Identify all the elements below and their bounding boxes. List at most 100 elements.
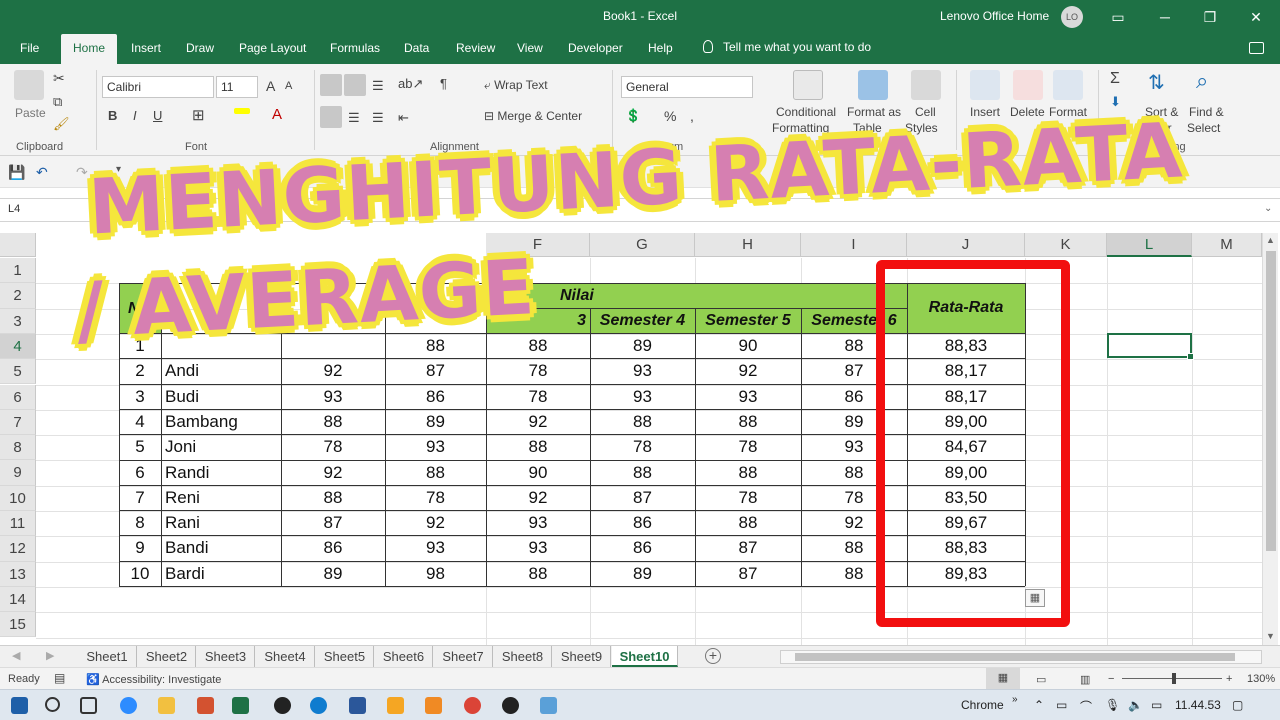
row-header[interactable]: 11 bbox=[0, 511, 36, 537]
score-cell[interactable]: 87 bbox=[385, 358, 486, 383]
sort-filter-icon[interactable]: ⇅ bbox=[1148, 70, 1165, 95]
tab-view[interactable]: View bbox=[517, 41, 543, 55]
zoom-out-icon[interactable]: − bbox=[1108, 673, 1114, 685]
column-header-h[interactable]: H bbox=[695, 233, 801, 257]
score-cell[interactable]: 89 bbox=[385, 409, 486, 434]
tell-me-search[interactable]: Tell me what you want to do bbox=[703, 40, 871, 54]
horizontal-scroll-thumb[interactable] bbox=[795, 653, 1235, 661]
record-app-icon[interactable] bbox=[274, 697, 291, 714]
score-cell[interactable]: 92 bbox=[695, 358, 801, 383]
align-center-icon[interactable]: ☰ bbox=[348, 110, 360, 126]
font-color-icon[interactable]: A bbox=[272, 106, 282, 123]
tab-data[interactable]: Data bbox=[404, 41, 429, 55]
comments-icon[interactable] bbox=[1249, 42, 1264, 54]
vertical-scrollbar[interactable]: ▲ ▼ bbox=[1262, 233, 1278, 645]
score-cell[interactable]: 88 bbox=[385, 460, 486, 485]
semester-5-header[interactable]: Semester 5 bbox=[695, 308, 801, 333]
insert-cells-icon[interactable] bbox=[970, 70, 1000, 100]
avatar[interactable]: LO bbox=[1061, 6, 1083, 28]
align-bottom-icon[interactable]: ☰ bbox=[372, 78, 384, 94]
column-header-g[interactable]: G bbox=[590, 233, 695, 257]
comma-icon[interactable]: , bbox=[690, 108, 694, 124]
cell-styles-icon[interactable] bbox=[911, 70, 941, 100]
task-view-icon[interactable] bbox=[80, 697, 97, 714]
tab-page-layout[interactable]: Page Layout bbox=[239, 41, 306, 55]
score-cell[interactable]: 88 bbox=[486, 561, 590, 586]
semester-4-header[interactable]: Semester 4 bbox=[590, 308, 695, 333]
rtl-icon[interactable]: ¶ bbox=[440, 76, 447, 91]
orientation-icon[interactable]: ab↗ bbox=[398, 76, 423, 92]
sheet-tab[interactable]: Sheet1 bbox=[78, 646, 137, 667]
autosum-icon[interactable]: Σ bbox=[1110, 70, 1120, 88]
select-all-corner[interactable] bbox=[0, 233, 36, 257]
score-cell[interactable]: 93 bbox=[385, 434, 486, 459]
format-cells-icon[interactable] bbox=[1053, 70, 1083, 100]
score-cell[interactable]: 88 bbox=[486, 434, 590, 459]
number-cell[interactable]: 10 bbox=[119, 561, 161, 586]
zoom-in-icon[interactable]: + bbox=[1226, 673, 1232, 685]
taskbar-chrome-label[interactable]: Chrome bbox=[961, 698, 1004, 712]
score-cell[interactable]: 90 bbox=[486, 460, 590, 485]
score-cell[interactable]: 89 bbox=[590, 561, 695, 586]
score-cell[interactable]: 92 bbox=[281, 358, 385, 383]
zoom-slider-thumb[interactable] bbox=[1172, 673, 1176, 684]
conditional-formatting-icon[interactable] bbox=[793, 70, 823, 100]
taskbar-overflow-icon[interactable]: » bbox=[1012, 694, 1018, 705]
save-icon[interactable]: 💾 bbox=[8, 164, 25, 181]
cell-styles-button[interactable]: Cell bbox=[915, 105, 936, 119]
copy-icon[interactable]: ⧉ bbox=[53, 94, 62, 110]
font-size-select[interactable]: 11 bbox=[216, 76, 258, 98]
minimize-icon[interactable]: ─ bbox=[1151, 6, 1179, 28]
score-cell[interactable]: 92 bbox=[385, 510, 486, 535]
excel-taskbar-icon[interactable] bbox=[232, 697, 249, 714]
align-top-icon[interactable] bbox=[320, 74, 342, 96]
score-cell[interactable]: 93 bbox=[486, 535, 590, 560]
align-left-icon[interactable] bbox=[320, 106, 342, 128]
tab-insert[interactable]: Insert bbox=[131, 41, 161, 55]
merge-center-button[interactable]: ⊟ Merge & Center bbox=[484, 109, 582, 123]
name-cell[interactable]: Budi bbox=[161, 384, 281, 409]
add-sheet-icon[interactable]: + bbox=[705, 648, 721, 664]
microphone-icon[interactable]: 🎙 bbox=[1105, 698, 1120, 712]
expand-formula-bar-icon[interactable]: ⌄ bbox=[1264, 203, 1274, 217]
fill-color-icon[interactable] bbox=[234, 108, 250, 114]
wrap-text-button[interactable]: ⤶ Wrap Text bbox=[484, 78, 548, 93]
score-cell[interactable]: 98 bbox=[385, 561, 486, 586]
score-cell[interactable]: 86 bbox=[590, 510, 695, 535]
column-header-k[interactable]: K bbox=[1025, 233, 1107, 257]
tab-home[interactable]: Home bbox=[61, 34, 118, 64]
sheet-tab[interactable]: Sheet9 bbox=[553, 646, 611, 667]
score-cell[interactable]: 86 bbox=[590, 535, 695, 560]
format-as-table-button[interactable]: Format as bbox=[847, 105, 901, 119]
file-explorer-icon[interactable] bbox=[158, 697, 175, 714]
row-header[interactable]: 8 bbox=[0, 435, 36, 461]
number-cell[interactable]: 9 bbox=[119, 535, 161, 560]
column-header-l[interactable]: L bbox=[1107, 233, 1192, 257]
score-cell[interactable]: 93 bbox=[590, 358, 695, 383]
number-format-select[interactable]: General bbox=[621, 76, 753, 98]
underline-icon[interactable]: U bbox=[153, 108, 162, 123]
format-as-table-icon[interactable] bbox=[858, 70, 888, 100]
score-cell[interactable]: 88 bbox=[590, 409, 695, 434]
tab-developer[interactable]: Developer bbox=[568, 41, 623, 55]
row-header[interactable]: 10 bbox=[0, 485, 36, 511]
vlc-icon[interactable] bbox=[425, 697, 442, 714]
font-name-select[interactable]: Calibri bbox=[102, 76, 214, 98]
score-cell[interactable]: 87 bbox=[281, 510, 385, 535]
name-cell[interactable]: Andi bbox=[161, 358, 281, 383]
nilai-header-cell[interactable] bbox=[486, 283, 907, 308]
number-cell[interactable]: 4 bbox=[119, 409, 161, 434]
score-cell[interactable]: 88 bbox=[695, 460, 801, 485]
score-cell[interactable]: 78 bbox=[590, 434, 695, 459]
remote-desktop-icon[interactable] bbox=[540, 697, 557, 714]
row-header[interactable]: 1 bbox=[0, 258, 36, 284]
volume-icon[interactable]: 🔈 bbox=[1128, 698, 1143, 712]
score-cell[interactable]: 88 bbox=[590, 460, 695, 485]
normal-view-icon[interactable]: ▦ bbox=[986, 668, 1020, 689]
sheet-tab[interactable]: Sheet3 bbox=[197, 646, 255, 667]
score-cell[interactable]: 92 bbox=[486, 485, 590, 510]
tab-review[interactable]: Review bbox=[456, 41, 495, 55]
score-cell[interactable]: 86 bbox=[281, 535, 385, 560]
row-header[interactable]: 14 bbox=[0, 586, 36, 613]
find-select-button-line2[interactable]: Select bbox=[1187, 121, 1220, 135]
